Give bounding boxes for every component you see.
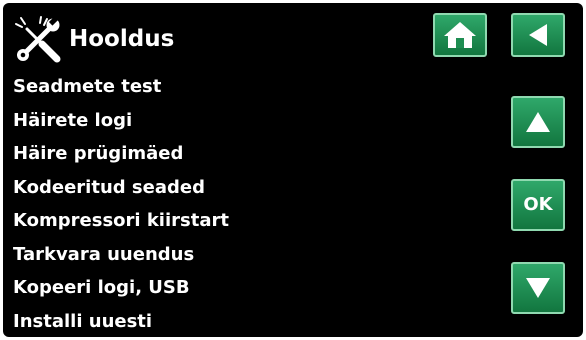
- home-button[interactable]: [433, 13, 487, 57]
- menu-item-kopeeri-logi-usb[interactable]: Kopeeri logi, USB: [13, 271, 483, 305]
- menu-item-installi-uuesti[interactable]: Installi uuesti: [13, 305, 483, 338]
- menu-item-kodeeritud-seaded[interactable]: Kodeeritud seaded: [13, 171, 483, 205]
- ok-button[interactable]: OK: [511, 179, 565, 231]
- scroll-down-button[interactable]: [511, 262, 565, 314]
- header: Hooldus: [3, 3, 583, 73]
- tools-icon: [15, 16, 61, 63]
- menu-item-haire-prugimaed[interactable]: Häire prügimäed: [13, 137, 483, 171]
- menu-item-tarkvara-uuendus[interactable]: Tarkvara uuendus: [13, 238, 483, 272]
- page-title: Hooldus: [69, 26, 175, 52]
- menu-item-kompressori-kiirstart[interactable]: Kompressori kiirstart: [13, 204, 483, 238]
- home-icon: [444, 22, 476, 48]
- hooldus-screen: Hooldus Seadmete test Häirete logi Häire…: [3, 3, 583, 337]
- service-menu: Seadmete test Häirete logi Häire prügimä…: [13, 70, 483, 337]
- menu-item-hairete-logi[interactable]: Häirete logi: [13, 104, 483, 138]
- back-arrow-icon: [529, 24, 547, 46]
- ok-label: OK: [523, 194, 553, 215]
- scroll-up-button[interactable]: [511, 96, 565, 148]
- up-arrow-icon: [526, 112, 550, 132]
- down-arrow-icon: [526, 278, 550, 298]
- menu-item-seadmete-test[interactable]: Seadmete test: [13, 70, 483, 104]
- back-button[interactable]: [511, 13, 565, 57]
